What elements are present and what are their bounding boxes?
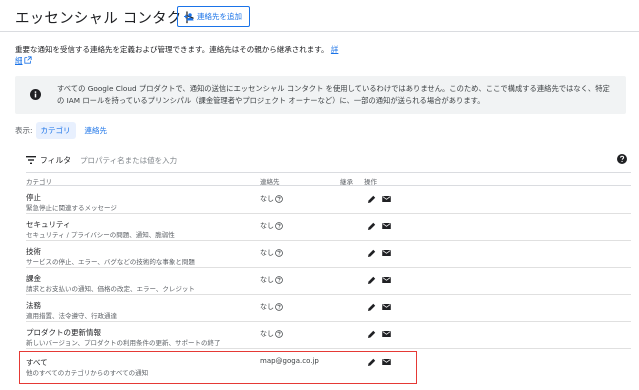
- category-description: 適用措置、法令遵守、行政通達: [26, 312, 117, 320]
- help-icon[interactable]: [617, 154, 627, 164]
- page-description: 重要な通知を受信する連絡先を定義および管理できます。連絡先はその親から継承されま…: [15, 44, 345, 66]
- contact-cell: なし: [260, 329, 283, 339]
- mail-icon[interactable]: [382, 304, 391, 310]
- contact-cell: なし: [260, 275, 283, 285]
- add-person-icon: [184, 12, 194, 20]
- help-circle-icon[interactable]: [275, 303, 283, 311]
- view-toggle: 表示: カテゴリ 連絡先: [15, 121, 116, 139]
- external-link-icon: [23, 56, 32, 64]
- help-circle-icon[interactable]: [275, 249, 283, 257]
- help-circle-icon[interactable]: [275, 330, 283, 338]
- table-row: 法務 適用措置、法令遵守、行政通達 なし: [26, 295, 631, 322]
- contact-cell: なし: [260, 194, 283, 204]
- table-header: カテゴリ 連絡先 継承 操作: [26, 172, 631, 186]
- category-description: 緊急停止に関連するメッセージ: [26, 204, 117, 212]
- table-row: 停止 緊急停止に関連するメッセージ なし: [26, 187, 631, 214]
- help-circle-icon[interactable]: [275, 195, 283, 203]
- mail-icon[interactable]: [382, 223, 391, 229]
- column-contact: 連絡先: [260, 178, 280, 186]
- column-actions: 操作: [364, 178, 377, 186]
- help-circle-icon[interactable]: [275, 222, 283, 230]
- mail-icon[interactable]: [382, 331, 391, 337]
- table-row: セキュリティ セキュリティ / プライバシーの問題、通知、脆弱性 なし: [26, 214, 631, 241]
- category-description: セキュリティ / プライバシーの問題、通知、脆弱性: [26, 231, 175, 239]
- column-inherit: 継承: [340, 178, 353, 186]
- view-label: 表示:: [15, 125, 33, 135]
- table-row: 課金 請求とお支払いの通知、価格の改定、エラー、クレジット なし: [26, 268, 631, 295]
- filter-input[interactable]: プロパティ名または値を入力: [80, 155, 177, 166]
- column-category: カテゴリ: [26, 178, 52, 186]
- edit-icon[interactable]: [368, 276, 376, 284]
- description-text: 重要な通知を受信する連絡先を定義および管理できます。連絡先はその親から継承されま…: [15, 45, 329, 54]
- add-contact-label: 連絡先を追加: [197, 12, 242, 21]
- edit-icon[interactable]: [368, 222, 376, 230]
- mail-icon[interactable]: [382, 196, 391, 202]
- edit-icon[interactable]: [368, 249, 376, 257]
- highlight-box: [19, 351, 417, 384]
- category-description: 請求とお支払いの通知、価格の改定、エラー、クレジット: [26, 285, 195, 293]
- mail-icon[interactable]: [382, 250, 391, 256]
- help-circle-icon[interactable]: [275, 276, 283, 284]
- info-banner: すべての Google Cloud プロダクトで、通知の送信にエッセンシャル コ…: [15, 76, 626, 114]
- contact-cell: なし: [260, 302, 283, 312]
- edit-icon[interactable]: [368, 303, 376, 311]
- filter-icon: [26, 156, 36, 164]
- filter-label: フィルタ: [40, 155, 72, 165]
- category-description: 新しいバージョン、プロダクトの利用条件の更新、サポートの終了: [26, 339, 221, 347]
- view-chip-category[interactable]: カテゴリ: [35, 121, 76, 139]
- view-chip-contact[interactable]: 連絡先: [80, 122, 113, 139]
- contact-cell: なし: [260, 248, 283, 258]
- edit-icon[interactable]: [368, 195, 376, 203]
- table-row: 技術 サービスの停止、エラー、バグなどの技術的な事象と問題 なし: [26, 241, 631, 268]
- table-row: プロダクトの更新情報 新しいバージョン、プロダクトの利用条件の更新、サポートの終…: [26, 322, 631, 349]
- banner-text: すべての Google Cloud プロダクトで、通知の送信にエッセンシャル コ…: [57, 84, 610, 105]
- mail-icon[interactable]: [382, 277, 391, 283]
- add-contact-button[interactable]: 連絡先を追加: [177, 6, 250, 27]
- page-title: エッセンシャル コンタクト: [15, 11, 197, 27]
- filter-bar[interactable]: フィルタ プロパティ名または値を入力: [26, 153, 631, 167]
- edit-icon[interactable]: [368, 330, 376, 338]
- page-header: エッセンシャル コンタクト 連絡先を追加: [0, 0, 639, 32]
- contact-cell: なし: [260, 221, 283, 231]
- category-description: サービスの停止、エラー、バグなどの技術的な事象と問題: [26, 258, 195, 266]
- info-icon: [30, 89, 41, 100]
